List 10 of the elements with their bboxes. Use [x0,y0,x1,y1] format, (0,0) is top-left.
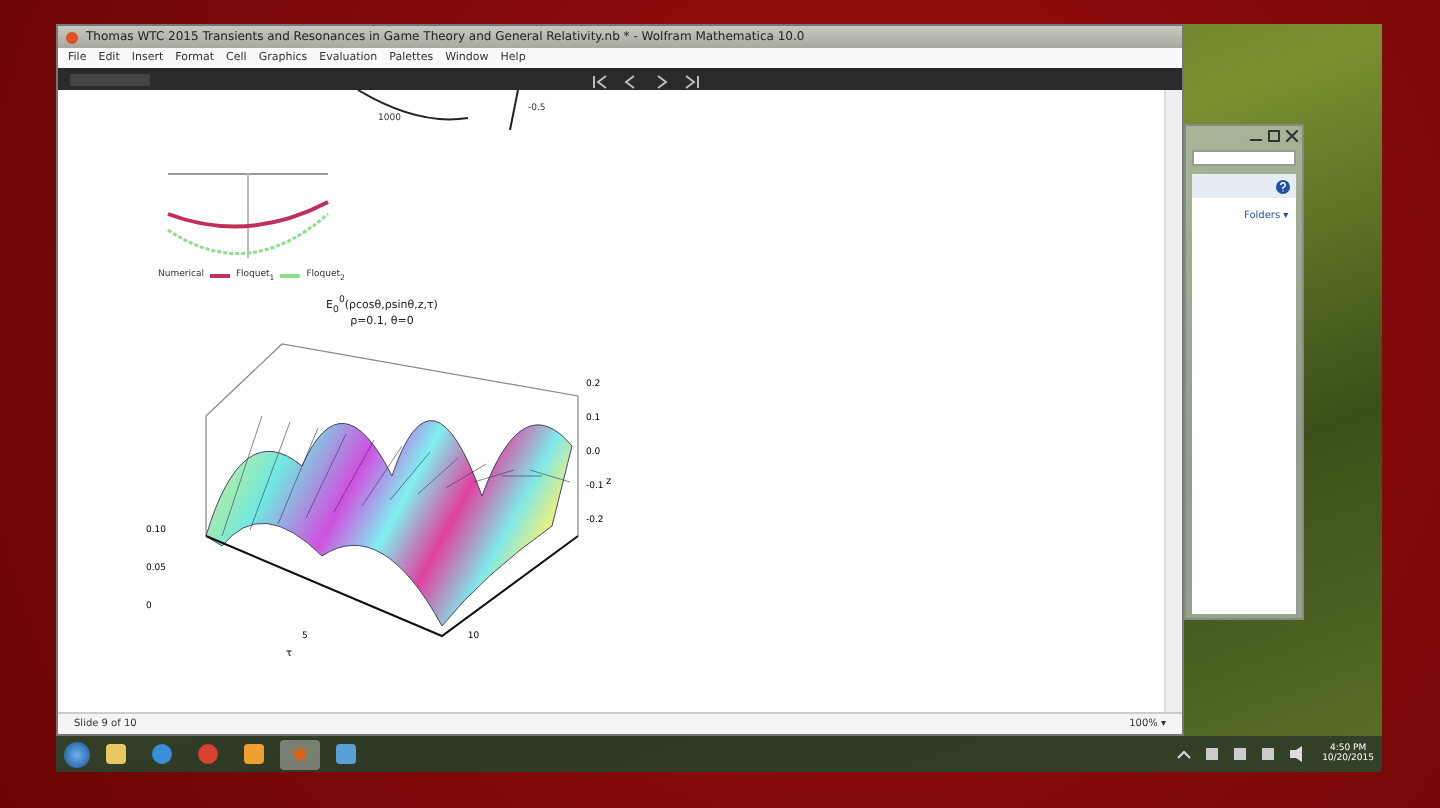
taskbar-app-icon[interactable] [280,739,320,769]
search-field[interactable] [1192,150,1296,166]
help-icon[interactable] [1276,179,1290,193]
maximize-icon[interactable] [1268,130,1280,142]
start-button[interactable] [64,741,90,767]
scrollbar[interactable] [1164,90,1182,712]
legend-swatch [280,273,301,278]
app-icon [66,31,78,43]
close-icon[interactable] [1286,130,1298,142]
legend-swatch [209,273,230,278]
